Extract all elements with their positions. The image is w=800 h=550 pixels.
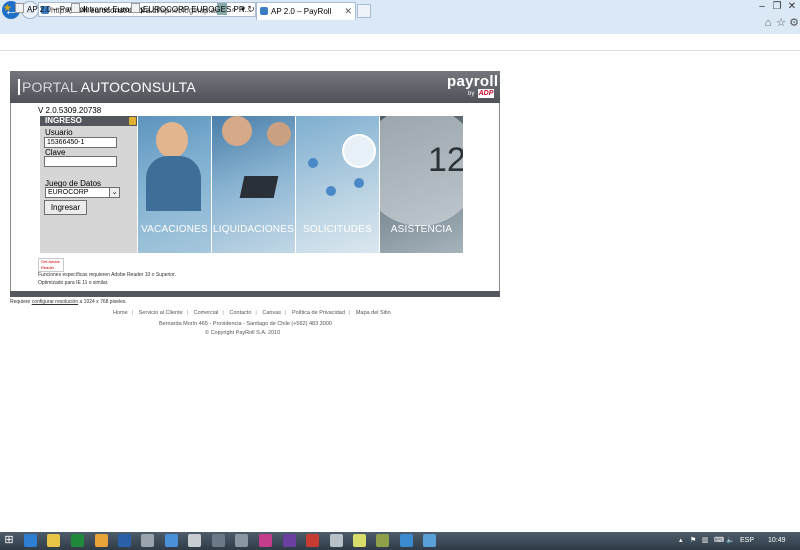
tile-vacaciones[interactable]: VACACIONES [138,116,211,253]
app-taskbar-icon[interactable] [212,534,225,547]
close-tab-icon[interactable]: ✕ [344,3,352,20]
person-photo [222,116,252,146]
excel-taskbar-icon[interactable] [71,534,84,547]
network-node-icon [308,158,318,168]
page-icon [131,3,140,13]
tab-favicon-icon [260,7,268,15]
windows-icon: ⊞ [4,534,14,546]
tile-label: VACACIONES [141,224,208,235]
network-icon[interactable]: ▥ [702,536,709,546]
shirt-shape [146,156,201,211]
footer-link-mapa[interactable]: Mapa del Sitio [356,310,391,316]
browser-toolbar [0,14,800,34]
app-taskbar-icon[interactable] [141,534,154,547]
network-node-icon [354,178,364,188]
tile-label: SOLICITUDES [303,224,372,235]
portal-footer-bar [10,291,500,297]
footer-link-contacto[interactable]: Contacto [229,310,251,316]
resolution-note: Requiere configurar resolución a 1024 x … [10,299,127,305]
dataset-select[interactable]: EUROCORP ⌄ [45,187,120,198]
close-window-button[interactable]: ✕ [785,1,799,12]
login-header: INGRESO [40,116,137,126]
app-taskbar-icon[interactable] [353,534,366,547]
new-tab-button[interactable] [357,4,371,18]
app-taskbar-icon[interactable] [235,534,248,547]
clock[interactable]: 10:49 [768,536,786,546]
copyright: © Copyright PayRoll S.A. 2010 [205,330,281,336]
lock-icon [129,117,136,125]
portal-title: PORTAL AUTOCONSULTA [18,79,196,95]
outlook-taskbar-icon[interactable] [118,534,131,547]
footer-link-comercial[interactable]: Comercial [194,310,219,316]
footer-link-servicio[interactable]: Servicio al Cliente [139,310,183,316]
clock-numeral-icon: 12 [428,141,463,179]
person-photo [267,122,291,146]
keyboard-icon[interactable]: ⌨ [714,536,724,546]
app-taskbar-icon[interactable] [188,534,201,547]
start-button[interactable]: ⊞ [2,534,16,547]
footer-link-home[interactable]: Home [113,310,128,316]
favorites-star-icon[interactable]: ☆ [775,17,787,29]
language-indicator[interactable]: ESP [740,536,754,546]
show-hidden-icons-icon[interactable]: ▴ [679,536,683,546]
page-icon [71,3,80,13]
user-input[interactable]: 15366450-1 [44,137,117,148]
restore-button[interactable]: ❐ [770,1,784,12]
visual-studio-taskbar-icon[interactable] [283,534,296,547]
footer-link-privacidad[interactable]: Política de Privacidad [292,310,345,316]
network-node-icon [326,186,336,196]
laptop-shape [239,176,279,198]
person-photo [156,122,188,158]
favorites-bar [0,34,800,51]
brand-by-text: by [468,91,475,97]
app-taskbar-icon[interactable] [259,534,272,547]
tab-payroll[interactable]: AP 2.0 – PayRoll ✕ [256,2,356,20]
reader-notice: Funciones específicas requieren Adobe Re… [38,272,176,286]
add-favorite-icon[interactable]: ★ [3,3,12,15]
footer-link-canvas[interactable]: Canvas [262,310,281,316]
app-taskbar-icon[interactable] [376,534,389,547]
tile-solicitudes[interactable]: SOLICITUDES [296,116,379,253]
gear-icon[interactable]: ⚙ [788,17,800,29]
version-text: V 2.0.5309.20738 [38,106,102,115]
app-taskbar-icon[interactable] [423,534,436,547]
favorite-link-euroges[interactable]: EUROCORP EUROGES PR... [131,3,251,15]
adobe-reader-logo[interactable]: Get Adobe Reader [38,258,64,272]
chevron-down-icon: ⌄ [109,188,119,197]
app-taskbar-icon[interactable] [330,534,343,547]
globe-icon [342,134,376,168]
user-label: Usuario [45,128,73,137]
login-button[interactable]: Ingresar [44,200,87,215]
filezilla-taskbar-icon[interactable] [306,534,319,547]
chrome-taskbar-icon[interactable] [95,534,108,547]
page-icon [15,3,24,13]
adp-logo: ADP [478,89,494,98]
tile-label: LIQUIDACIONES [213,224,294,235]
app-taskbar-icon[interactable] [400,534,413,547]
app-taskbar-icon[interactable] [165,534,178,547]
ie-taskbar-icon[interactable] [24,534,37,547]
company-address: Bernarda Morín 465 - Providencia - Santi… [159,321,332,327]
tile-label: ASISTENCIA [390,224,453,235]
footer-links: Home | Servicio al Cliente | Comercial | Co… [113,310,391,316]
explorer-taskbar-icon[interactable] [47,534,60,547]
password-input[interactable] [44,156,117,167]
volume-icon[interactable]: 🔈 [726,536,735,546]
tile-liquidaciones[interactable]: LIQUIDACIONES [212,116,295,253]
payroll-logo: payroll [447,73,499,90]
tile-asistencia[interactable]: 12 ASISTENCIA [380,116,463,253]
resolution-link[interactable]: configurar resolución [32,299,78,305]
flag-icon[interactable]: ⚑ [690,536,696,546]
home-icon[interactable]: ⌂ [762,17,774,29]
minimize-button[interactable]: – [755,1,769,12]
